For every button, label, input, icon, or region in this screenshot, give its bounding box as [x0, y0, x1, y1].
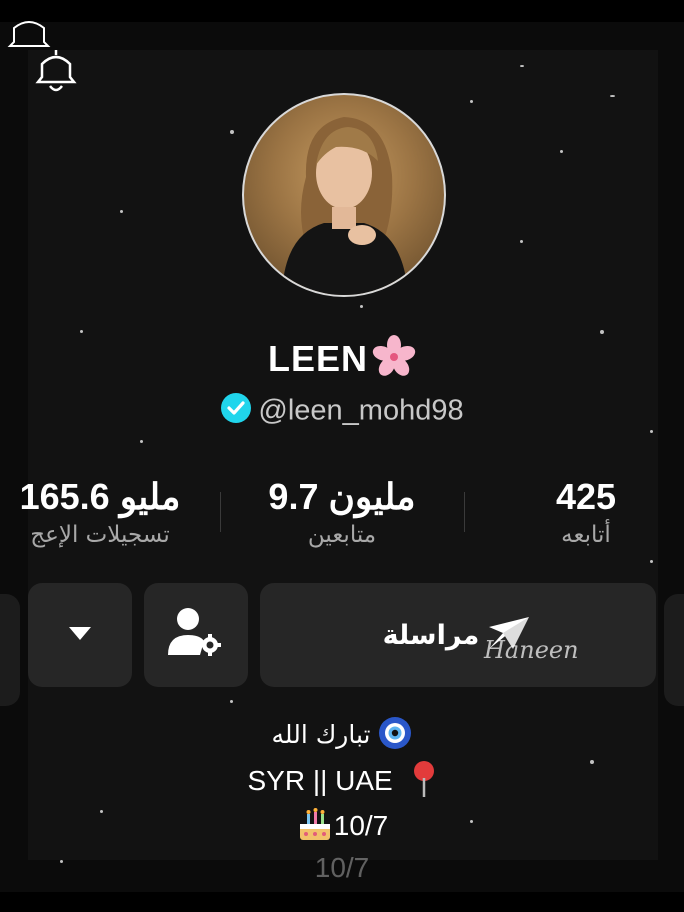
following-count: 425: [555, 476, 617, 517]
cherry-blossom-icon: [372, 335, 416, 388]
bio-line-1-text: تبارك الله: [271, 720, 371, 749]
ghost-button-left: [0, 594, 20, 706]
likes-label: تسجيلات الإعج: [30, 522, 170, 548]
stat-following[interactable]: 425 أتابعه: [486, 476, 684, 548]
stat-divider: [220, 492, 221, 532]
message-button[interactable]: مراسلة: [260, 583, 656, 687]
bio-ghost-text: 10/7: [314, 852, 370, 883]
bio-line-3: 10/7: [0, 806, 684, 849]
username-handle: @leen_mohd98: [258, 394, 464, 427]
location-pin-icon: [411, 760, 437, 805]
add-friend-settings-button[interactable]: [144, 583, 248, 687]
bio-line-2-text: SYR || UAE: [247, 764, 393, 796]
birthday-cake-icon: [296, 806, 334, 849]
more-options-button[interactable]: [28, 583, 132, 687]
stat-likes[interactable]: 165.6 مليو تسجيلات الإعج: [0, 476, 220, 548]
likes-count: 165.6 مليو: [19, 476, 181, 517]
avatar[interactable]: [242, 93, 446, 297]
display-name-text: LEEN: [267, 338, 368, 380]
stat-divider: [464, 492, 465, 532]
display-name: LEEN: [0, 335, 684, 388]
watermark-text: Haneen: [484, 636, 579, 664]
bio-line-3-text: 10/7: [333, 809, 389, 841]
evil-eye-icon: [378, 716, 412, 756]
username-row: @leen_mohd98: [0, 392, 684, 432]
message-label: مراسلة: [382, 619, 480, 651]
bio-ghost-line: 10/7: [0, 852, 684, 884]
chevron-down-icon: [67, 624, 93, 646]
ghost-button-right: [664, 594, 684, 706]
bell-icon[interactable]: [30, 46, 82, 100]
verified-badge-icon: [220, 392, 252, 432]
followers-label: متابعين: [307, 522, 377, 548]
bio-line-1: تبارك الله: [0, 716, 684, 756]
bio-line-2: SYR || UAE: [0, 760, 684, 805]
followers-count: 9.7 مليون: [268, 476, 416, 517]
following-label: أتابعه: [561, 522, 611, 548]
stat-followers[interactable]: 9.7 مليون متابعين: [222, 476, 462, 548]
user-settings-icon: [166, 605, 226, 665]
